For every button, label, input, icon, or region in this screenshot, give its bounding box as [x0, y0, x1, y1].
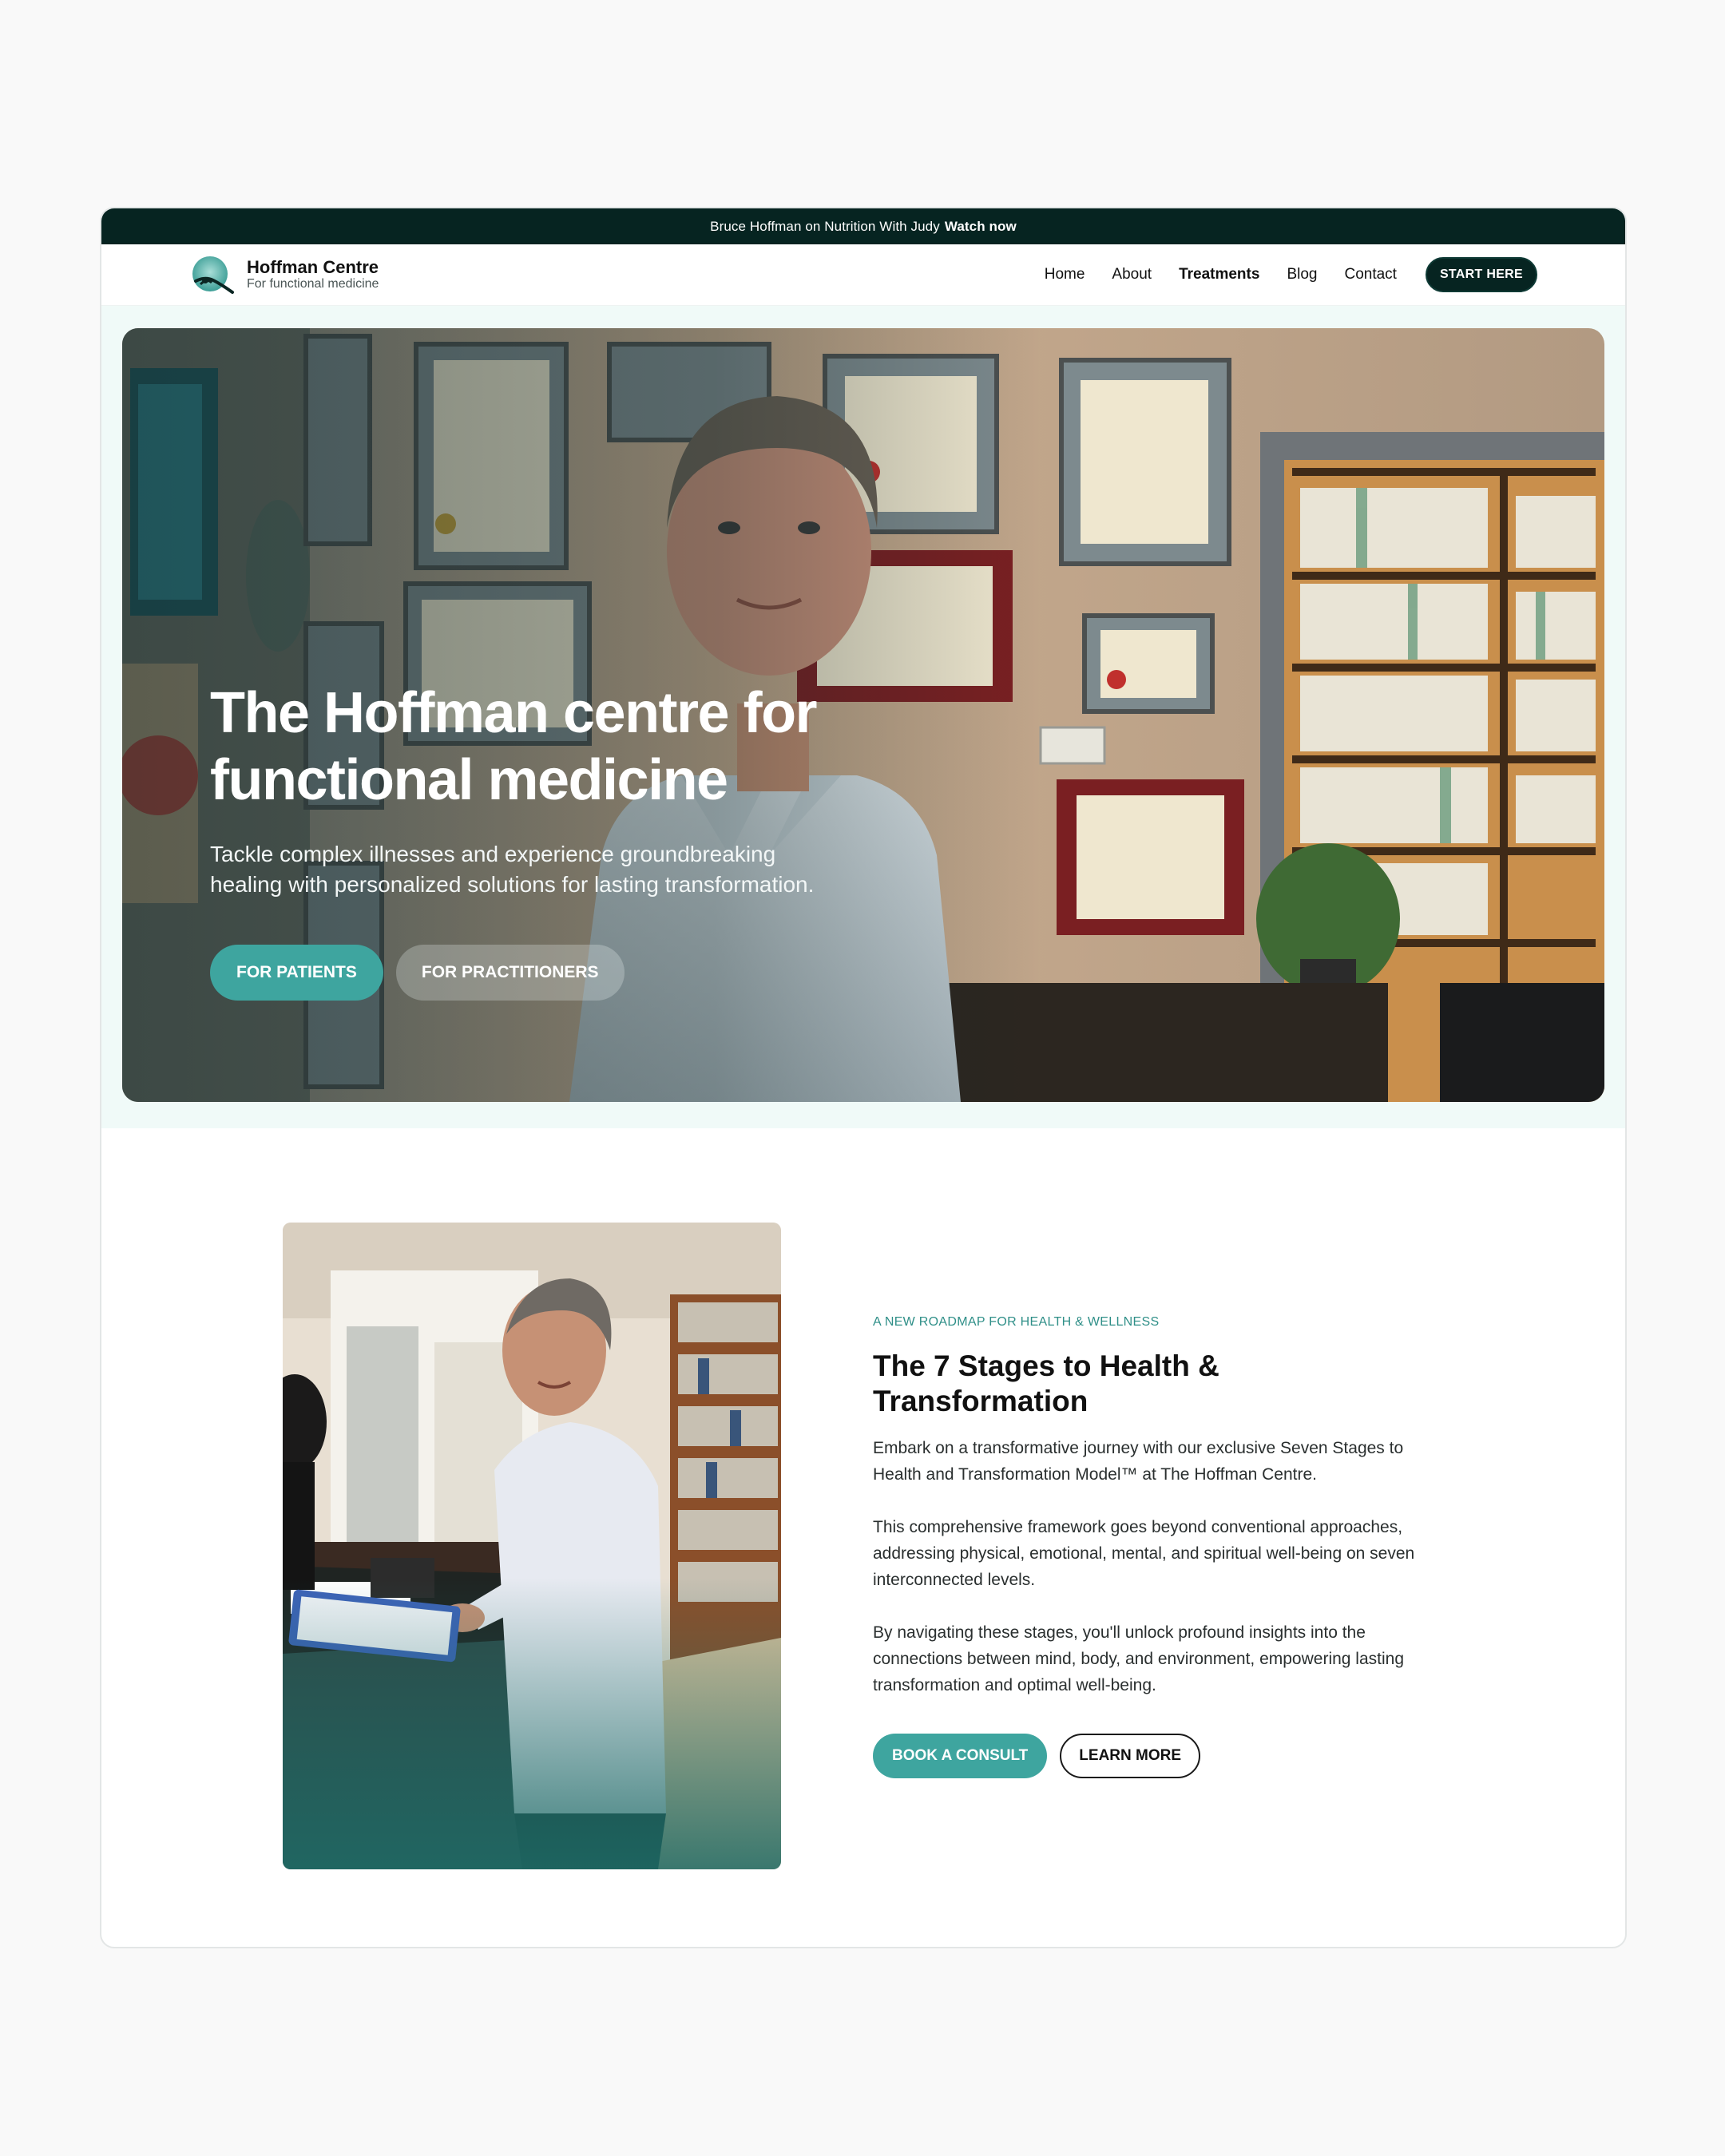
hero-buttons: FOR PATIENTS FOR PRACTITIONERS	[210, 945, 897, 1001]
section-eyebrow: A NEW ROADMAP FOR HEALTH & WELLNESS	[873, 1315, 1160, 1329]
section-paragraph-1: Embark on a transformative journey with …	[873, 1439, 1404, 1484]
announcement-bar: Bruce Hoffman on Nutrition With Judy Wat…	[101, 208, 1625, 244]
learn-more-button[interactable]: LEARN MORE	[1060, 1734, 1201, 1778]
for-practitioners-button[interactable]: FOR PRACTITIONERS	[395, 945, 625, 1001]
hero-title: The Hoffman centre for functional medici…	[210, 680, 897, 814]
hero-subtitle: Tackle complex illnesses and experience …	[210, 842, 815, 897]
hero-banner: The Hoffman centre for functional medici…	[122, 328, 1604, 1102]
section-paragraph-2: This comprehensive framework goes beyond…	[873, 1518, 1415, 1589]
nav-link-about[interactable]: About	[1112, 266, 1152, 283]
watch-now-link[interactable]: Watch now	[945, 219, 1017, 235]
nav-link-home[interactable]: Home	[1045, 266, 1085, 283]
hero-title-line1: The Hoffman centre for	[210, 681, 818, 745]
section-photo-reception	[283, 1223, 781, 1869]
brand-tagline: For functional medicine	[247, 277, 379, 291]
brand-name: Hoffman Centre	[247, 257, 379, 278]
nav-link-contact[interactable]: Contact	[1344, 266, 1396, 283]
nav-links: Home About Treatments Blog Contact START…	[1045, 257, 1537, 292]
for-patients-button[interactable]: FOR PATIENTS	[210, 945, 383, 1001]
nav-link-treatments[interactable]: Treatments	[1179, 266, 1259, 283]
book-consult-button[interactable]: BOOK A CONSULT	[873, 1734, 1048, 1778]
brand-home-link[interactable]: Hoffman Centre For functional medicine	[189, 254, 379, 295]
start-here-button[interactable]: START HERE	[1425, 257, 1537, 292]
section-paragraph-3: By navigating these stages, you'll unloc…	[873, 1623, 1405, 1694]
announcement-text: Bruce Hoffman on Nutrition With Judy	[710, 218, 940, 234]
doctor-at-reception-photo	[283, 1223, 781, 1869]
hero-title-line2: functional medicine	[210, 748, 728, 812]
nav-link-blog[interactable]: Blog	[1287, 266, 1317, 283]
hoffman-logo-icon	[192, 256, 234, 294]
section-text: A NEW ROADMAP FOR HEALTH & WELLNESS The …	[873, 1315, 1416, 1778]
hero-section: The Hoffman centre for functional medici…	[101, 306, 1625, 1128]
section-title: The 7 Stages to Health & Transformation	[873, 1349, 1219, 1417]
section-buttons: BOOK A CONSULT LEARN MORE	[873, 1734, 1416, 1778]
hero-content: The Hoffman centre for functional medici…	[210, 680, 897, 1001]
main-nav: Hoffman Centre For functional medicine H…	[101, 244, 1625, 306]
site-frame: Bruce Hoffman on Nutrition With Judy Wat…	[100, 207, 1627, 1948]
seven-stages-section: A NEW ROADMAP FOR HEALTH & WELLNESS The …	[101, 1128, 1625, 1947]
